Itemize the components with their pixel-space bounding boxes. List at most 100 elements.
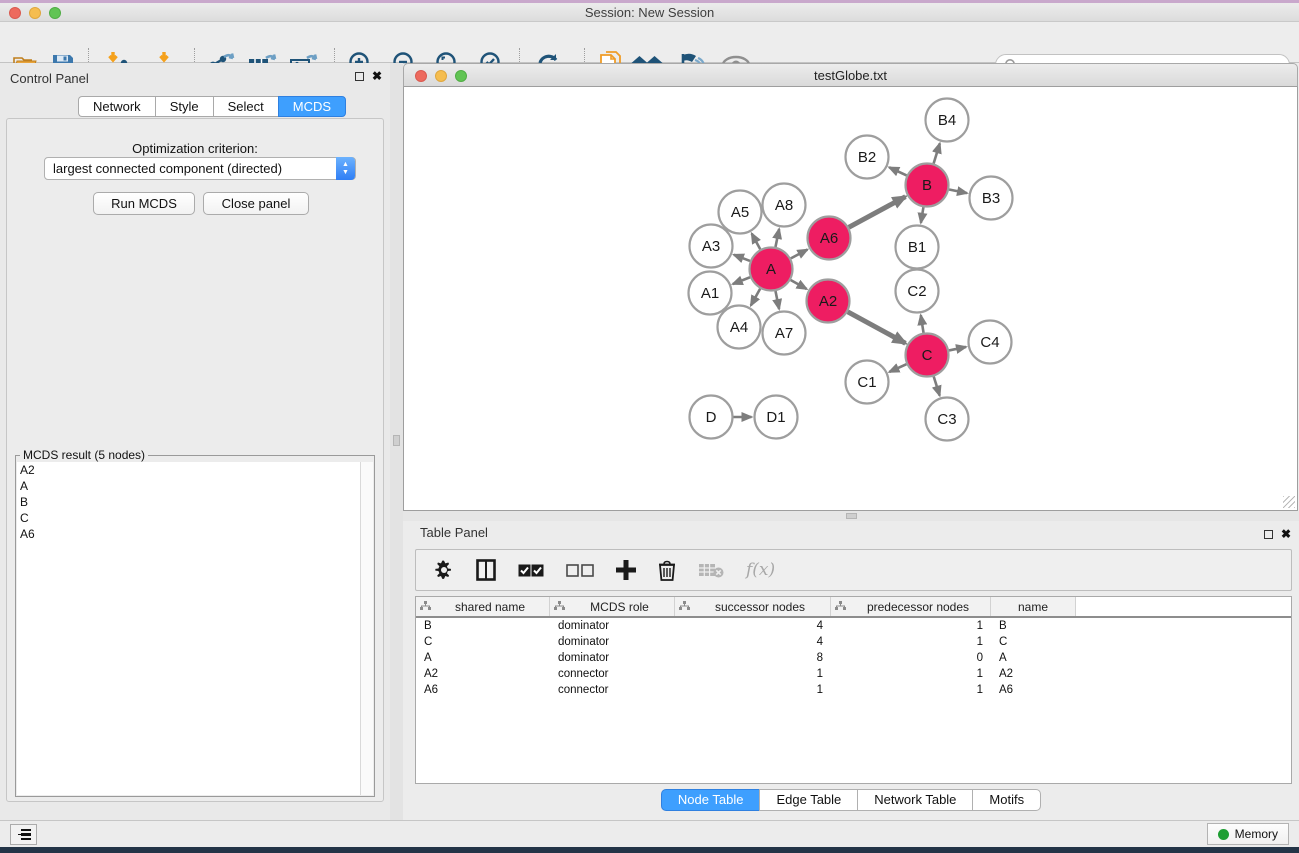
task-history-button[interactable] [10, 824, 37, 845]
table-row[interactable]: A2connector11A2 [416, 666, 1291, 682]
node-A3[interactable]: A3 [690, 225, 733, 268]
table-cell[interactable]: C [991, 634, 1076, 650]
node-C2[interactable]: C2 [896, 270, 939, 313]
edge-A-A2[interactable] [791, 280, 807, 289]
close-panel-icon[interactable]: ✖ [372, 71, 382, 81]
table-cell[interactable]: A2 [416, 666, 550, 682]
deselect-all-rows-icon[interactable] [566, 557, 594, 583]
table-cell[interactable]: 1 [831, 666, 991, 682]
edge-B-B3[interactable] [949, 189, 967, 193]
maximize-window-button[interactable] [49, 7, 61, 19]
select-all-rows-icon[interactable] [518, 557, 544, 583]
node-B2[interactable]: B2 [846, 136, 889, 179]
table-row[interactable]: Bdominator41B [416, 618, 1291, 634]
table-cell[interactable]: dominator [550, 618, 675, 634]
column-header-mcds-role[interactable]: MCDS role [550, 597, 675, 616]
column-header-shared-name[interactable]: shared name [416, 597, 550, 616]
table-cell[interactable]: 0 [831, 650, 991, 666]
edge-B-B2[interactable] [889, 167, 906, 175]
table-cell[interactable]: A2 [991, 666, 1076, 682]
network-graph[interactable]: B4B2BB3A5A8A6B1A3AC2A1A2A4A7CC4C1C3DD1 [404, 87, 1297, 509]
tab-network-table[interactable]: Network Table [857, 789, 972, 811]
node-B1[interactable]: B1 [896, 226, 939, 269]
node-A2[interactable]: A2 [807, 280, 850, 323]
table-row[interactable]: A6connector11A6 [416, 682, 1291, 698]
table-cell[interactable]: A6 [416, 682, 550, 698]
node-A6[interactable]: A6 [808, 217, 851, 260]
criterion-dropdown[interactable]: largest connected component (directed) ▲… [44, 157, 356, 180]
mcds-list-scrollbar[interactable] [360, 462, 373, 795]
tab-node-table[interactable]: Node Table [661, 789, 760, 811]
edge-C-C3[interactable] [934, 376, 940, 395]
table-row[interactable]: Adominator80A [416, 650, 1291, 666]
node-A[interactable]: A [750, 248, 793, 291]
network-minimize-button[interactable] [435, 70, 447, 82]
panel-divider[interactable] [390, 63, 403, 820]
table-settings-gear-icon[interactable] [434, 557, 454, 583]
network-close-button[interactable] [415, 70, 427, 82]
edge-A-A4[interactable] [751, 289, 760, 306]
table-cell[interactable]: connector [550, 682, 675, 698]
table-cell[interactable]: 8 [675, 650, 831, 666]
column-header-successor-nodes[interactable]: successor nodes [675, 597, 831, 616]
table-cell[interactable]: A6 [991, 682, 1076, 698]
run-mcds-button[interactable]: Run MCDS [93, 192, 195, 215]
node-D[interactable]: D [690, 396, 733, 439]
node-D1[interactable]: D1 [755, 396, 798, 439]
table-cell[interactable]: B [991, 618, 1076, 634]
node-C3[interactable]: C3 [926, 398, 969, 441]
table-cell[interactable]: 1 [675, 666, 831, 682]
edge-C-C4[interactable] [949, 347, 966, 351]
minimize-window-button[interactable] [29, 7, 41, 19]
edge-A6-B[interactable] [849, 197, 906, 228]
edge-A-A6[interactable] [791, 250, 808, 259]
table-cell[interactable]: 4 [675, 634, 831, 650]
float-panel-icon[interactable] [355, 72, 364, 81]
node-B[interactable]: B [906, 164, 949, 207]
float-panel-icon[interactable] [1264, 530, 1273, 539]
table-splitter[interactable] [403, 511, 1299, 521]
node-C4[interactable]: C4 [969, 321, 1012, 364]
tab-network[interactable]: Network [78, 96, 155, 117]
node-B3[interactable]: B3 [970, 177, 1013, 220]
table-cell[interactable]: A [416, 650, 550, 666]
edge-B-B1[interactable] [921, 207, 924, 223]
close-panel-icon[interactable]: ✖ [1281, 529, 1291, 539]
delete-column-trash-icon[interactable] [658, 557, 676, 583]
edge-A-A5[interactable] [752, 234, 761, 250]
node-C1[interactable]: C1 [846, 361, 889, 404]
table-row[interactable]: Cdominator41C [416, 634, 1291, 650]
edge-A-A1[interactable] [733, 277, 750, 284]
add-column-icon[interactable] [616, 557, 636, 583]
node-A4[interactable]: A4 [718, 306, 761, 349]
tab-select[interactable]: Select [213, 96, 278, 117]
network-canvas[interactable]: B4B2BB3A5A8A6B1A3AC2A1A2A4A7CC4C1C3DD1 [403, 87, 1298, 511]
table-cell[interactable]: 1 [831, 618, 991, 634]
table-cell[interactable]: 1 [831, 682, 991, 698]
tab-mcds[interactable]: MCDS [278, 96, 346, 117]
table-cell[interactable]: A [991, 650, 1076, 666]
tab-edge-table[interactable]: Edge Table [759, 789, 857, 811]
splitter-handle[interactable] [846, 513, 857, 519]
edge-B-B4[interactable] [934, 143, 940, 163]
edge-A2-C[interactable] [848, 312, 906, 343]
edge-A-A8[interactable] [775, 229, 779, 247]
table-cell[interactable]: 1 [675, 682, 831, 698]
edge-A-A3[interactable] [734, 255, 750, 261]
edge-C-C1[interactable] [889, 364, 906, 372]
resize-grip[interactable] [1283, 496, 1295, 508]
memory-button[interactable]: Memory [1207, 823, 1289, 845]
divider-handle[interactable] [393, 435, 400, 446]
table-cell[interactable]: dominator [550, 650, 675, 666]
close-window-button[interactable] [9, 7, 21, 19]
table-cell[interactable]: C [416, 634, 550, 650]
table-cell[interactable]: 4 [675, 618, 831, 634]
table-cell[interactable]: dominator [550, 634, 675, 650]
edge-C-C2[interactable] [921, 315, 924, 333]
table-cell[interactable]: connector [550, 666, 675, 682]
node-C[interactable]: C [906, 334, 949, 377]
network-maximize-button[interactable] [455, 70, 467, 82]
column-header-name[interactable]: name [991, 597, 1076, 616]
show-columns-icon[interactable] [476, 557, 496, 583]
tab-motifs[interactable]: Motifs [972, 789, 1041, 811]
